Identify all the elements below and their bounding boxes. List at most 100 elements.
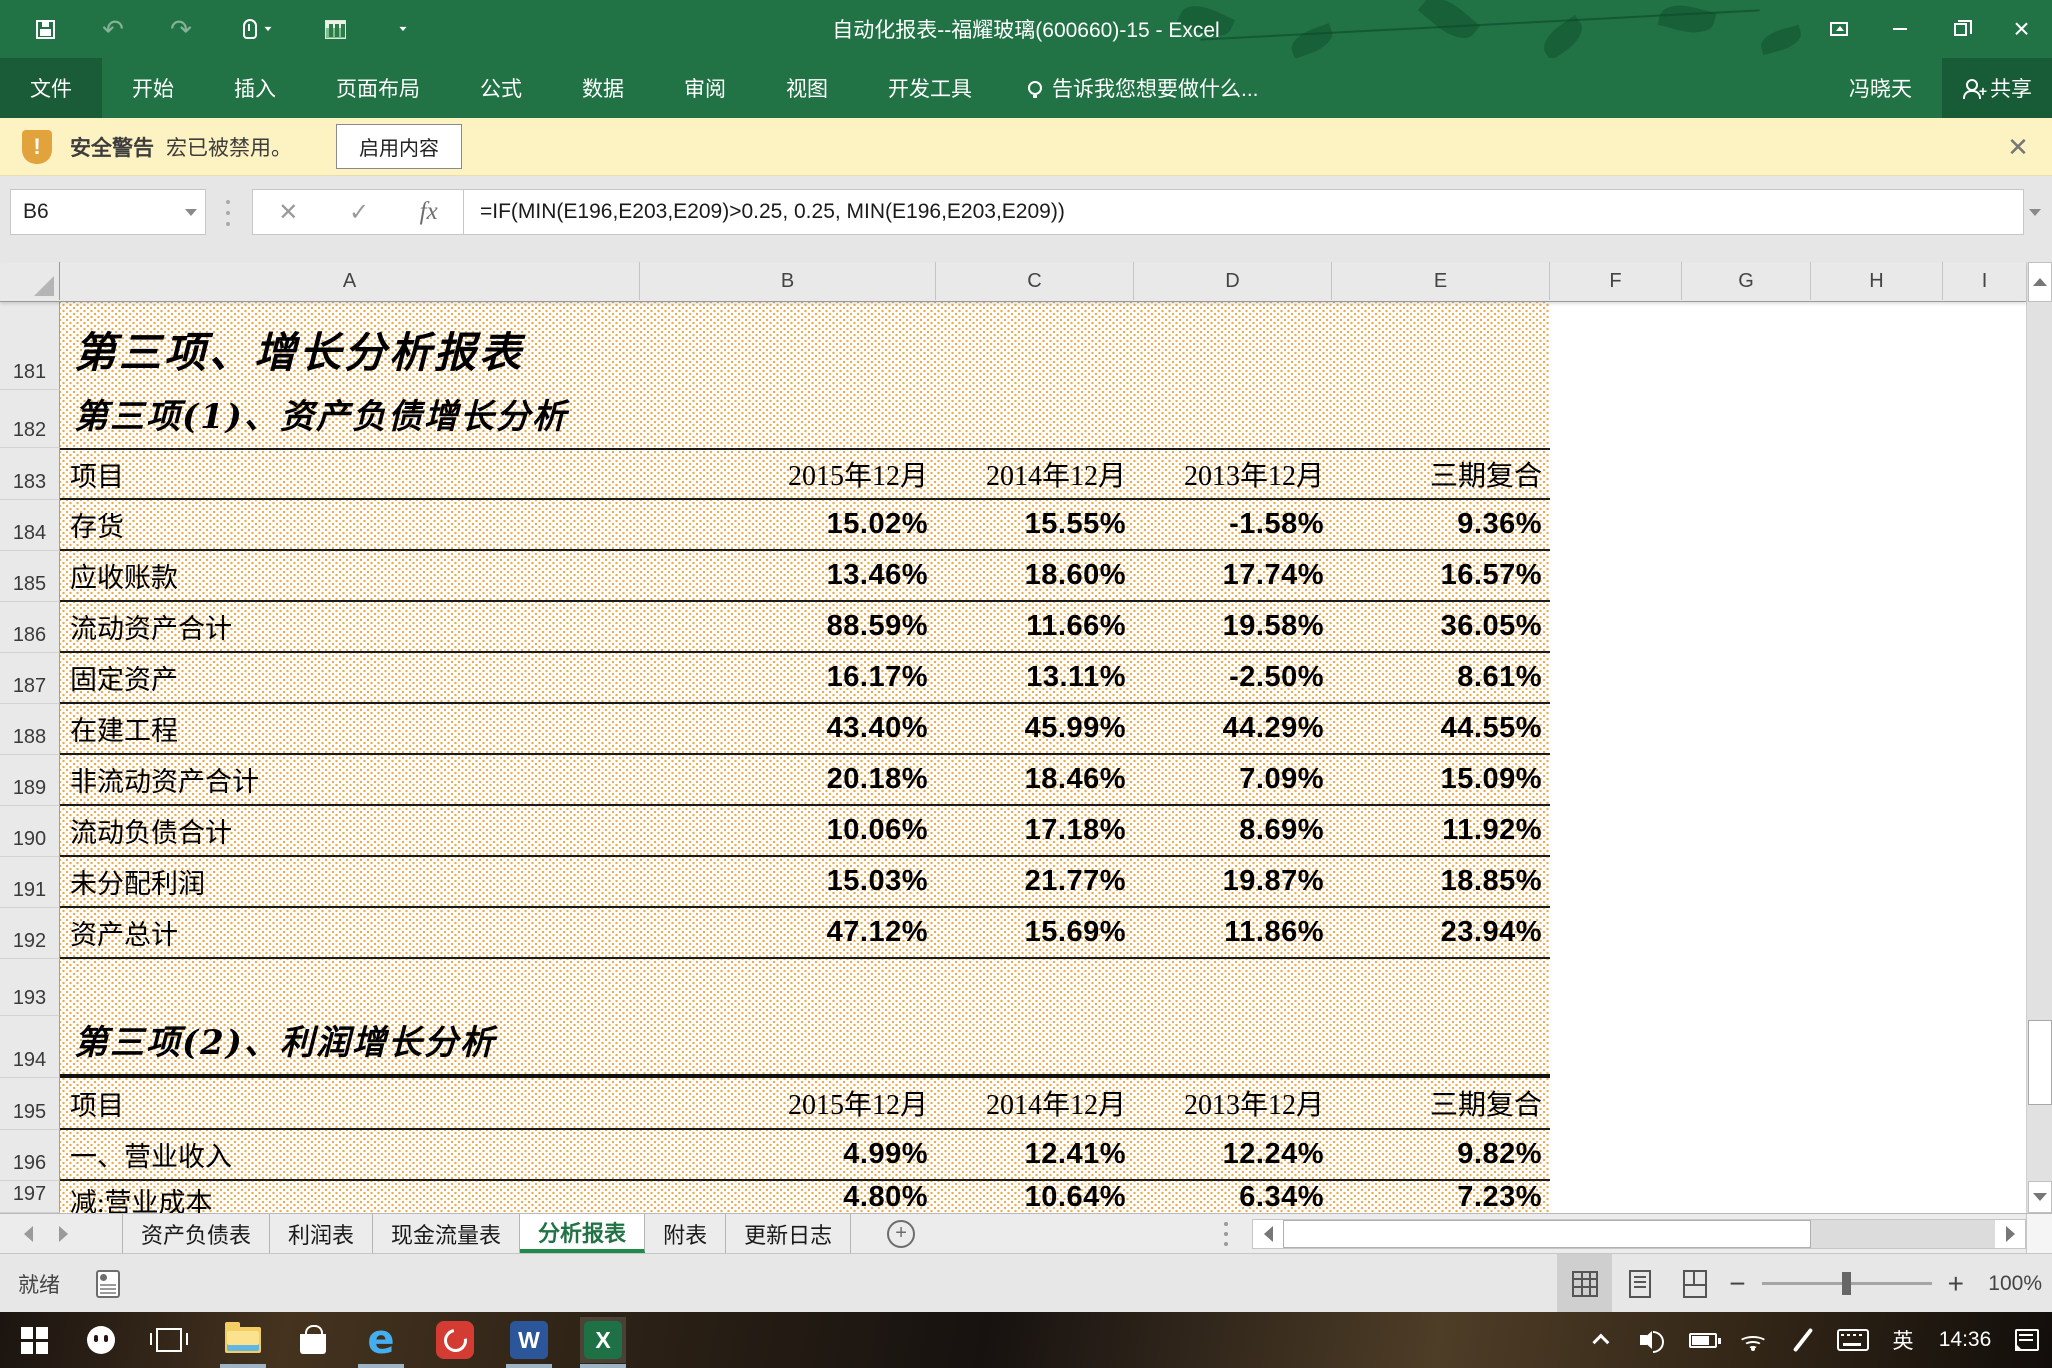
section-title-cell[interactable]: 第三项(1)、资产负债增长分析 <box>60 390 1550 448</box>
row-header-191[interactable]: 191 <box>0 857 60 908</box>
normal-view-button[interactable] <box>1557 1254 1612 1313</box>
previous-sheet-icon[interactable] <box>24 1226 33 1242</box>
section-title-cell[interactable]: 第三项(2)、利润增长分析 <box>60 1016 1550 1074</box>
row-header-186[interactable]: 186 <box>0 602 60 653</box>
cancel-entry-icon[interactable]: ✕ <box>278 198 298 227</box>
value-cell[interactable]: 4.99% <box>640 1130 936 1179</box>
ribbon-tab-formulas[interactable]: 公式 <box>450 58 552 118</box>
save-button[interactable] <box>28 9 62 49</box>
ribbon-display-options-button[interactable] <box>1808 0 1869 58</box>
row-header-188[interactable]: 188 <box>0 704 60 755</box>
value-cell[interactable]: 21.77% <box>936 857 1134 906</box>
ribbon-tab-data[interactable]: 数据 <box>552 58 654 118</box>
item-label-cell[interactable]: 应收账款 <box>60 551 640 600</box>
row-header-194[interactable]: 194 <box>0 1016 60 1078</box>
value-cell[interactable]: 12.24% <box>1134 1130 1332 1179</box>
close-button[interactable]: × <box>1991 0 2052 58</box>
tray-overflow-button[interactable] <box>1578 1312 1628 1368</box>
value-cell[interactable]: 15.02% <box>640 500 936 549</box>
excel-button[interactable]: X <box>580 1317 626 1363</box>
table-header-cell[interactable]: 项目 <box>60 450 640 498</box>
scroll-up-button[interactable] <box>2028 262 2052 302</box>
value-cell[interactable]: 15.03% <box>640 857 936 906</box>
start-button[interactable] <box>11 1317 57 1363</box>
row-header-182[interactable]: 182 <box>0 390 60 448</box>
macro-record-button[interactable] <box>96 1270 120 1298</box>
item-label-cell[interactable]: 存货 <box>60 500 640 549</box>
scroll-down-button[interactable] <box>2028 1181 2052 1213</box>
row-header-195[interactable]: 195 <box>0 1078 60 1130</box>
touch-keyboard-button[interactable] <box>1828 1312 1878 1368</box>
vertical-scrollbar-thumb[interactable] <box>2028 1020 2052 1105</box>
column-header-E[interactable]: E <box>1332 262 1550 300</box>
zoom-out-button[interactable]: − <box>1729 1270 1745 1298</box>
sheet-tab-income[interactable]: 利润表 <box>270 1214 373 1253</box>
ribbon-tab-review[interactable]: 审阅 <box>654 58 756 118</box>
value-cell[interactable]: 47.12% <box>640 908 936 957</box>
value-cell[interactable]: 17.18% <box>936 806 1134 855</box>
ribbon-tab-home[interactable]: 开始 <box>102 58 204 118</box>
empty-cell[interactable] <box>60 959 1550 1016</box>
sheet-tab-cashflow[interactable]: 现金流量表 <box>373 1214 520 1253</box>
value-cell[interactable]: 15.69% <box>936 908 1134 957</box>
column-header-H[interactable]: H <box>1811 262 1943 300</box>
ribbon-tab-developer[interactable]: 开发工具 <box>858 58 1002 118</box>
redo-button[interactable]: ↷ <box>164 9 198 49</box>
table-header-cell[interactable]: 三期复合 <box>1332 450 1550 498</box>
scroll-left-button[interactable] <box>1253 1220 1283 1248</box>
select-all-corner[interactable] <box>0 262 60 300</box>
table-header-cell[interactable]: 三期复合 <box>1332 1078 1550 1128</box>
section-title-cell[interactable]: 第三项、增长分析报表 <box>60 302 1550 390</box>
row-header-181[interactable]: 181 <box>0 302 60 390</box>
row-header-193[interactable]: 193 <box>0 959 60 1016</box>
netease-music-button[interactable] <box>432 1317 478 1363</box>
custom-macro-button[interactable] <box>318 9 352 49</box>
table-header-cell[interactable]: 2013年12月 <box>1134 1078 1332 1128</box>
value-cell[interactable]: 4.80% <box>640 1181 936 1213</box>
name-box[interactable]: B6 <box>10 189 206 235</box>
enable-content-button[interactable]: 启用内容 <box>336 124 462 169</box>
item-label-cell[interactable]: 流动资产合计 <box>60 602 640 651</box>
battery-button[interactable] <box>1678 1312 1728 1368</box>
ribbon-tab-file[interactable]: 文件 <box>0 58 102 118</box>
value-cell[interactable]: 88.59% <box>640 602 936 651</box>
customize-qat-button[interactable] <box>386 9 420 49</box>
value-cell[interactable]: 10.06% <box>640 806 936 855</box>
item-label-cell[interactable]: 一、营业收入 <box>60 1130 640 1179</box>
value-cell[interactable]: 7.23% <box>1332 1181 1550 1213</box>
value-cell[interactable]: 12.41% <box>936 1130 1134 1179</box>
value-cell[interactable]: 16.57% <box>1332 551 1550 600</box>
tab-bar-splitter[interactable] <box>1224 1222 1228 1246</box>
ribbon-tab-view[interactable]: 视图 <box>756 58 858 118</box>
value-cell[interactable]: 10.64% <box>936 1181 1134 1213</box>
touch-mouse-mode-button[interactable] <box>232 9 284 49</box>
value-cell[interactable]: 8.61% <box>1332 653 1550 702</box>
formula-input[interactable]: =IF(MIN(E196,E203,E209)>0.25, 0.25, MIN(… <box>464 189 2024 235</box>
column-header-A[interactable]: A <box>60 262 640 300</box>
row-header-196[interactable]: 196 <box>0 1130 60 1181</box>
column-header-C[interactable]: C <box>936 262 1134 300</box>
zoom-slider-track[interactable] <box>1762 1282 1932 1285</box>
row-header-184[interactable]: 184 <box>0 500 60 551</box>
column-header-B[interactable]: B <box>640 262 936 300</box>
value-cell[interactable]: -1.58% <box>1134 500 1332 549</box>
table-header-cell[interactable]: 项目 <box>60 1078 640 1128</box>
value-cell[interactable]: 44.29% <box>1134 704 1332 753</box>
column-header-F[interactable]: F <box>1550 262 1682 300</box>
value-cell[interactable]: 9.36% <box>1332 500 1550 549</box>
sheet-tab-appendix[interactable]: 附表 <box>645 1214 726 1253</box>
value-cell[interactable]: -2.50% <box>1134 653 1332 702</box>
item-label-cell[interactable]: 固定资产 <box>60 653 640 702</box>
page-layout-view-button[interactable] <box>1612 1254 1667 1313</box>
row-header-189[interactable]: 189 <box>0 755 60 806</box>
security-bar-close-icon[interactable]: ✕ <box>1998 118 2038 176</box>
ribbon-tab-insert[interactable]: 插入 <box>204 58 306 118</box>
value-cell[interactable]: 13.46% <box>640 551 936 600</box>
horizontal-scrollbar[interactable] <box>1252 1219 2026 1249</box>
file-explorer-button[interactable] <box>220 1317 266 1363</box>
cortana-button[interactable] <box>78 1317 124 1363</box>
value-cell[interactable]: 11.92% <box>1332 806 1550 855</box>
value-cell[interactable]: 45.99% <box>936 704 1134 753</box>
table-header-cell[interactable]: 2013年12月 <box>1134 450 1332 498</box>
action-center-button[interactable] <box>2002 1312 2052 1368</box>
